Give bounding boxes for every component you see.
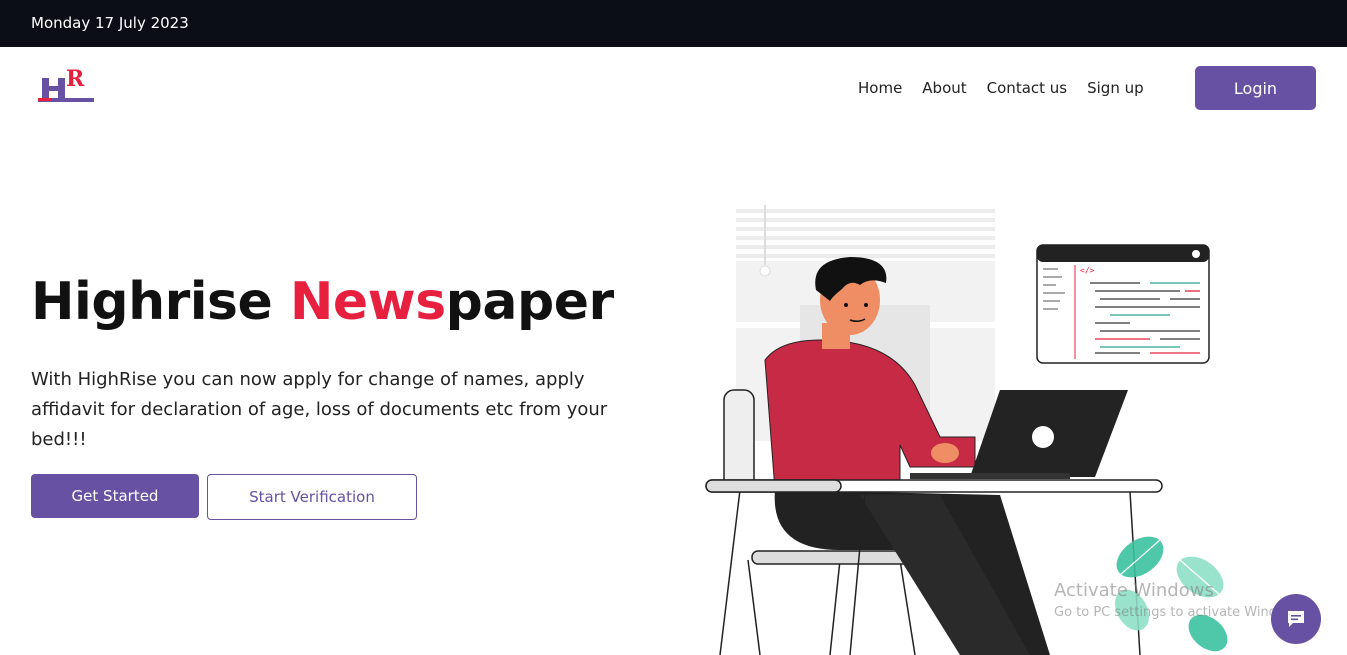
start-verification-button[interactable]: Start Verification [207,474,417,520]
watermark-subtitle: Go to PC settings to activate Windows. [1054,605,1307,620]
current-date: Monday 17 July 2023 [31,14,189,32]
main-nav: Home About Contact us Sign up [858,79,1164,97]
chat-button[interactable] [1271,594,1321,644]
hero-title: Highrise Newspaper [31,272,614,332]
top-bar: Monday 17 July 2023 [0,0,1347,47]
watermark-title: Activate Windows [1054,580,1214,601]
login-button[interactable]: Login [1195,66,1316,110]
windows-activation-watermark: Activate Windows Go to PC settings to ac… [1054,580,1306,620]
code-window-icon: </> [1036,244,1210,364]
nav-link-about[interactable]: About [922,79,966,97]
nav-link-signup[interactable]: Sign up [1087,79,1144,97]
nav-link-home[interactable]: Home [858,79,902,97]
chat-bubble-icon [1288,611,1304,627]
hero-title-accent: News [289,272,446,332]
svg-text:R: R [66,66,85,92]
get-started-button[interactable]: Get Started [31,474,199,518]
nav-link-contact[interactable]: Contact us [987,79,1067,97]
hero-title-part2: paper [445,272,614,332]
svg-text:</>: </> [1080,266,1095,275]
highrise-logo[interactable]: R [36,66,96,106]
hero-title-part1: Highrise [31,272,290,332]
hero-description: With HighRise you can now apply for chan… [31,369,608,450]
